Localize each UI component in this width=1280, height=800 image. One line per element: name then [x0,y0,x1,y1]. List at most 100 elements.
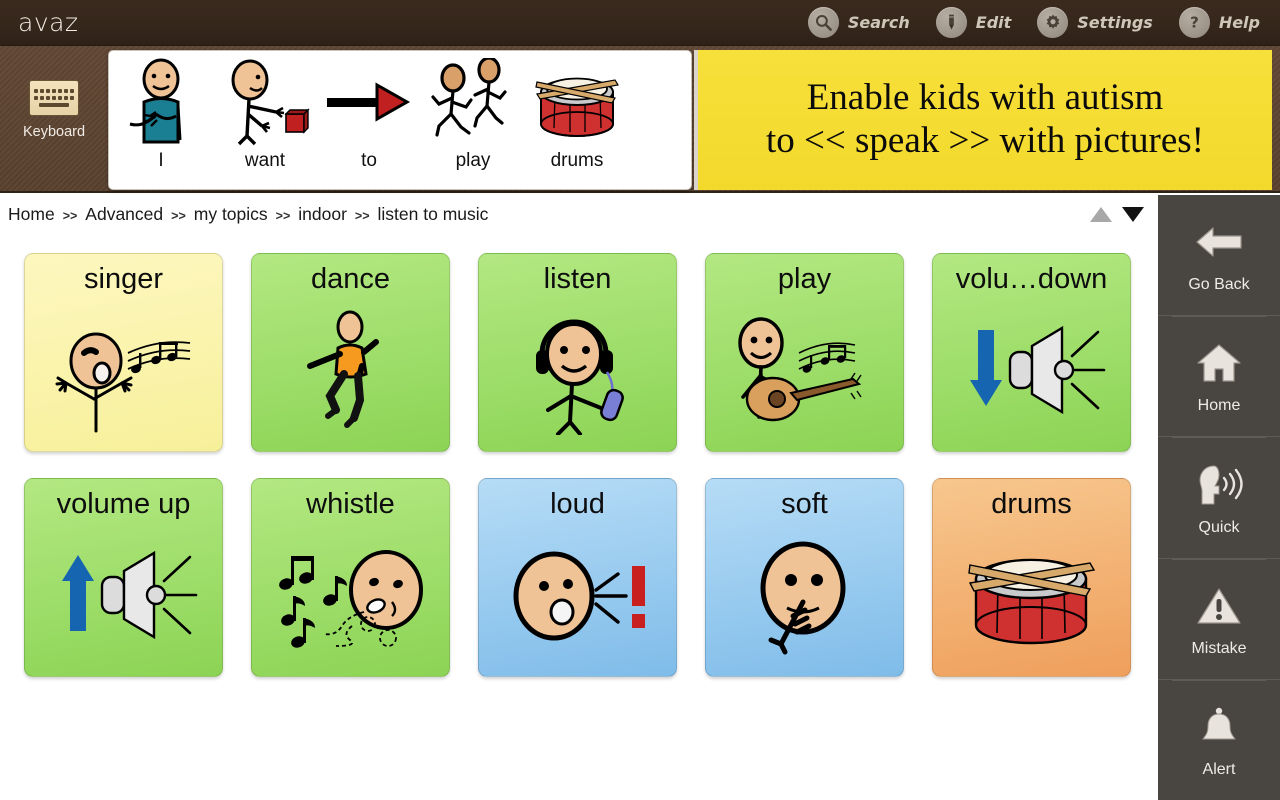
sentence-word-label: drums [550,150,604,171]
shouting-face-with-exclamation-pictogram [479,519,676,676]
breadcrumb-separator: >> [275,208,291,223]
promo-banner: Enable kids with autism to << speak >> w… [694,50,1272,190]
top-toolbar: avaz Search Edit Settings ? Help [0,0,1280,46]
breadcrumb-separator: >> [171,208,186,223]
question-mark-icon: ? [1178,7,1210,38]
app-brand-logo: avaz [18,8,79,37]
bell-icon [1197,701,1241,753]
breadcrumb-item-listen-to-music[interactable]: listen to music [378,204,489,225]
keyboard-icon [29,80,79,116]
sentence-word-drums[interactable]: drums [525,57,629,185]
symbol-card-label: singer [84,264,163,295]
sentence-word-to[interactable]: to [317,57,421,185]
person-with-guitar-pictogram [706,294,903,451]
keyboard-button-label: Keyboard [22,124,86,140]
arrow-right-pictogram [323,57,415,151]
symbol-grid-row: volume up whistle loud soft drums [24,478,1136,677]
volume-down-speaker-pictogram [933,294,1130,451]
promo-line-2: to << speak >> with pictures! [766,120,1204,161]
sidebar-item-label: Go Back [1188,276,1250,294]
symbol-card-listen[interactable]: listen [478,253,677,452]
scroll-down-arrow[interactable] [1122,206,1144,222]
symbol-card-label: soft [781,489,828,520]
edit-label: Edit [975,13,1012,32]
sidebar-item-mistake[interactable]: Mistake [1158,557,1280,679]
toolbar-actions: Search Edit Settings ? Help [807,7,1280,38]
symbol-card-loud[interactable]: loud [478,478,677,677]
symbol-card-label: listen [543,264,612,295]
sidebar-item-label: Home [1197,397,1241,415]
symbol-card-label: dance [310,264,390,295]
keyboard-button[interactable]: Keyboard [12,80,96,140]
volume-up-speaker-pictogram [25,519,222,676]
sidebar-item-label: Mistake [1191,639,1247,657]
snare-drum-pictogram [933,519,1130,676]
sentence-word-label: want [244,150,286,171]
right-sidebar: Go Back Home Quick Mistake Alert [1158,195,1280,800]
gear-icon [1037,7,1069,38]
person-with-headphones-pictogram [479,294,676,451]
dancing-person-pictogram [252,294,449,451]
edit-button[interactable]: Edit [935,7,1012,38]
singing-person-with-notes-pictogram [25,294,222,451]
warning-triangle-icon [1196,580,1242,632]
symbol-card-label: loud [550,489,605,520]
whistling-face-with-notes-pictogram [252,519,449,676]
divider [1172,437,1266,439]
divider [1172,558,1266,560]
breadcrumb-separator: >> [62,208,78,223]
search-button[interactable]: Search [807,7,910,38]
symbol-card-singer[interactable]: singer [24,253,223,452]
breadcrumb: Home >> Advanced >> my topics >> indoor … [0,204,488,225]
sidebar-item-label: Quick [1198,518,1240,536]
symbol-card-dance[interactable]: dance [251,253,450,452]
settings-button[interactable]: Settings [1037,7,1153,38]
person-reaching-for-block-pictogram [220,57,310,151]
back-arrow-icon [1195,216,1243,268]
sentence-word-want[interactable]: want [213,57,317,185]
sentence-word-play[interactable]: play [421,57,525,185]
breadcrumb-item-home[interactable]: Home [8,204,55,225]
divider [1172,316,1266,318]
quiet-face-finger-to-lips-pictogram [706,519,903,676]
symbol-card-drums[interactable]: drums [932,478,1131,677]
sidebar-item-alert[interactable]: Alert [1158,678,1280,800]
sentence-word-label: I [158,150,164,171]
sidebar-item-go-back[interactable]: Go Back [1158,195,1280,315]
symbol-card-volume-up[interactable]: volume up [24,478,223,677]
help-label: Help [1218,13,1260,32]
symbol-card-whistle[interactable]: whistle [251,478,450,677]
sidebar-item-home[interactable]: Home [1158,315,1280,436]
snare-drum-pictogram [527,57,627,151]
sidebar-item-label: Alert [1202,760,1236,778]
breadcrumb-item-advanced[interactable]: Advanced [85,204,163,225]
symbol-grid: singer dance listen play volu…down volum… [0,233,1158,800]
scroll-arrows [1090,206,1158,222]
sidebar-item-quick[interactable]: Quick [1158,436,1280,557]
symbol-card-soft[interactable]: soft [705,478,904,677]
avaz-app-window: avaz Search Edit Settings ? Help Keyboar… [0,0,1280,800]
breadcrumb-separator: >> [354,208,370,223]
pencil-icon [935,7,967,38]
two-children-running-pictogram [423,57,523,151]
symbol-card-play[interactable]: play [705,253,904,452]
sentence-word-label: to [361,150,377,171]
sentence-word-label: play [455,150,491,171]
help-button[interactable]: ? Help [1178,7,1260,38]
breadcrumb-item-indoor[interactable]: indoor [298,204,347,225]
house-icon [1196,337,1242,389]
sentence-word-i[interactable]: I [109,57,213,185]
svg-text:?: ? [1190,14,1199,32]
symbol-card-volume-down[interactable]: volu…down [932,253,1131,452]
symbol-card-label: volu…down [955,264,1108,295]
breadcrumb-item-my-topics[interactable]: my topics [194,204,268,225]
speaking-head-icon [1194,459,1244,511]
breadcrumb-bar: Home >> Advanced >> my topics >> indoor … [0,195,1158,233]
sentence-bar[interactable]: I want to play drums [108,50,692,190]
search-label: Search [847,13,910,32]
symbol-grid-row: singer dance listen play volu…down [24,253,1136,452]
symbol-card-label: volume up [56,489,191,520]
settings-label: Settings [1077,13,1153,32]
divider [1172,679,1266,681]
scroll-up-arrow[interactable] [1090,206,1112,222]
